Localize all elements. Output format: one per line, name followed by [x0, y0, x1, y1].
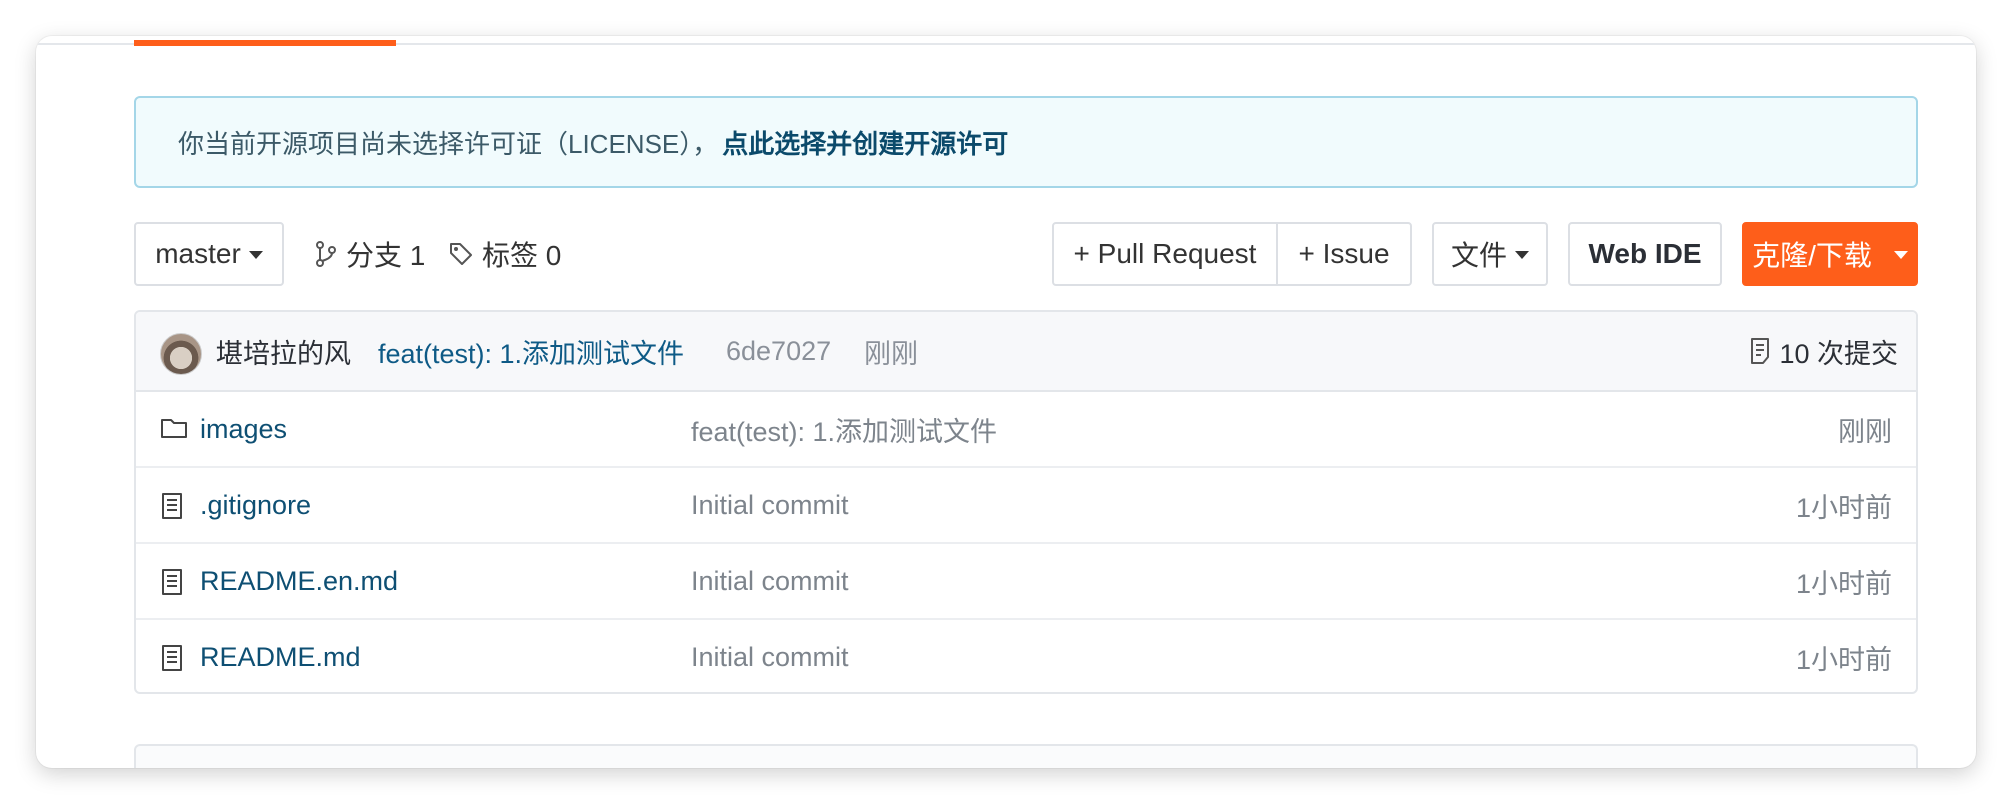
branch-selector-label: master — [155, 238, 241, 269]
file-commit-message[interactable]: Initial commit — [691, 642, 849, 673]
repo-toolbar: master 分支 1 标签 0 + Pull Request + Issue — [134, 222, 1918, 286]
clone-download-label: 克隆/下载 — [1752, 240, 1872, 271]
new-pull-request-button[interactable]: + Pull Request — [1052, 222, 1278, 286]
file-commit-message[interactable]: feat(test): 1.添加测试文件 — [691, 410, 997, 449]
file-row-readme[interactable]: README.md Initial commit 1小时前 — [136, 620, 1916, 692]
clone-download-button[interactable]: 克隆/下载 — [1742, 222, 1918, 286]
file-name[interactable]: images — [200, 414, 287, 445]
branches-label: 分支 1 — [346, 240, 426, 271]
file-time: 1小时前 — [1795, 644, 1892, 675]
chevron-down-icon — [1515, 251, 1529, 259]
folder-icon — [161, 419, 187, 438]
branch-selector[interactable]: master — [134, 222, 284, 286]
tags-link[interactable]: 标签 0 — [448, 222, 561, 286]
file-name[interactable]: README.en.md — [200, 566, 398, 597]
git-branch-icon — [316, 241, 336, 267]
commit-author[interactable]: 堪培拉的风 — [216, 332, 351, 371]
file-time: 刚刚 — [1838, 416, 1892, 447]
file-text-icon — [162, 569, 182, 595]
chevron-down-icon — [1893, 251, 1908, 259]
file-text-icon — [162, 493, 182, 519]
repo-window: 你当前开源项目尚未选择许可证（LICENSE）， 点此选择并创建开源许可 mas… — [36, 36, 1976, 768]
latest-commit-bar: 堪培拉的风 feat(test): 1.添加测试文件 6de7027 刚刚 10… — [136, 312, 1916, 392]
branches-link[interactable]: 分支 1 — [314, 222, 425, 286]
pr-issue-group: + Pull Request + Issue — [1052, 222, 1412, 286]
file-commit-message[interactable]: Initial commit — [691, 566, 849, 597]
file-menu-button[interactable]: 文件 — [1432, 222, 1548, 286]
avatar[interactable] — [160, 333, 202, 375]
tag-icon — [450, 243, 472, 265]
file-row-images[interactable]: images feat(test): 1.添加测试文件 刚刚 — [136, 392, 1916, 468]
file-text-icon — [162, 645, 182, 671]
license-banner: 你当前开源项目尚未选择许可证（LICENSE）， 点此选择并创建开源许可 — [134, 96, 1918, 188]
file-row-gitignore[interactable]: .gitignore Initial commit 1小时前 — [136, 468, 1916, 544]
commit-message[interactable]: feat(test): 1.添加测试文件 — [378, 332, 684, 371]
file-list-panel: 堪培拉的风 feat(test): 1.添加测试文件 6de7027 刚刚 10… — [134, 310, 1918, 694]
file-time: 1小时前 — [1795, 568, 1892, 599]
file-name[interactable]: README.md — [200, 642, 361, 673]
commit-time: 刚刚 — [864, 338, 918, 369]
commit-count-link[interactable]: 10 次提交 — [1749, 332, 1898, 371]
active-tab-indicator — [134, 40, 396, 46]
readme-panel — [134, 744, 1918, 768]
commit-count-label: 10 次提交 — [1779, 338, 1898, 369]
commit-sha[interactable]: 6de7027 — [726, 336, 831, 367]
file-name[interactable]: .gitignore — [200, 490, 311, 521]
tags-label: 标签 0 — [482, 240, 562, 271]
new-issue-button[interactable]: + Issue — [1276, 222, 1412, 286]
create-license-link[interactable]: 点此选择并创建开源许可 — [722, 124, 1008, 161]
file-row-readme-en[interactable]: README.en.md Initial commit 1小时前 — [136, 544, 1916, 620]
web-ide-button[interactable]: Web IDE — [1568, 222, 1722, 286]
file-time: 1小时前 — [1795, 492, 1892, 523]
license-banner-text: 你当前开源项目尚未选择许可证（LICENSE）， — [178, 128, 719, 159]
file-menu-label: 文件 — [1450, 240, 1507, 271]
chevron-down-icon — [248, 251, 263, 259]
commit-list-icon — [1751, 338, 1770, 364]
file-commit-message[interactable]: Initial commit — [691, 490, 849, 521]
